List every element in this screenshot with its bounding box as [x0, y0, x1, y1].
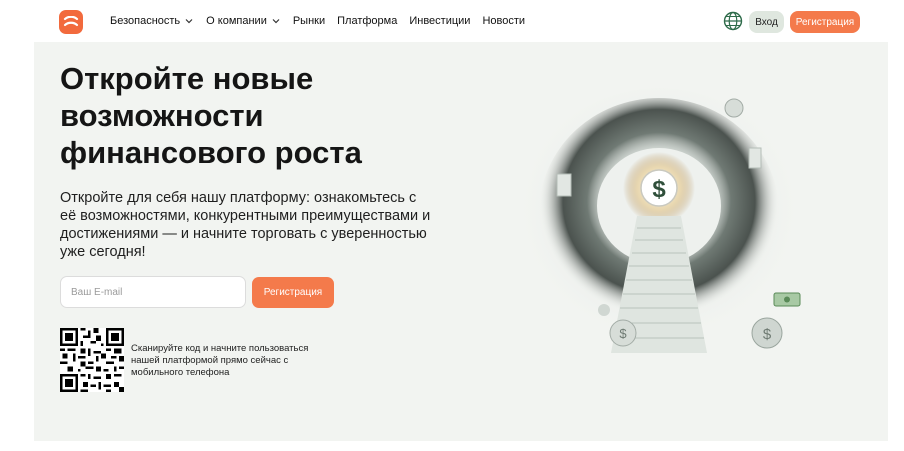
nav-item-security[interactable]: Безопасность — [110, 15, 194, 27]
nav-item-label: Рынки — [292, 15, 326, 27]
nav-item-label: Новости — [482, 15, 526, 27]
page-frame: Безопасность О компании Рынки Платформа … — [34, 0, 888, 441]
svg-text:$: $ — [652, 176, 666, 203]
hero-register-button[interactable]: Регистрация — [252, 277, 334, 308]
hero-title: Откройте новые возможности финансового р… — [60, 61, 362, 170]
svg-text:$: $ — [619, 326, 627, 341]
nav-item-platform[interactable]: Платформа — [337, 15, 397, 27]
chevron-down-icon — [272, 19, 280, 24]
svg-text:$: $ — [763, 326, 772, 343]
globe-icon[interactable] — [723, 11, 743, 31]
nav-item-label: Платформа — [337, 15, 398, 27]
email-field[interactable] — [60, 276, 246, 308]
nav-item-about[interactable]: О компании — [206, 15, 281, 27]
nav-item-markets[interactable]: Рынки — [293, 15, 325, 27]
top-navbar: Безопасность О компании Рынки Платформа … — [34, 0, 888, 42]
login-button[interactable]: Вход — [749, 11, 784, 33]
qr-caption: Сканируйте код и начните пользоваться на… — [131, 343, 309, 378]
register-button[interactable]: Регистрация — [790, 11, 860, 33]
hero-subtitle: Откройте для себя нашу платформу: ознако… — [60, 190, 431, 260]
nav-item-label: Безопасность — [110, 15, 181, 27]
chevron-down-icon — [185, 19, 193, 24]
nav-item-label: О компании — [206, 15, 267, 27]
qr-code-icon — [60, 328, 124, 392]
brand-logo-icon[interactable] — [59, 10, 83, 34]
main-nav: Безопасность О компании Рынки Платформа … — [110, 0, 525, 42]
nav-item-investments[interactable]: Инвестиции — [409, 15, 470, 27]
nav-item-news[interactable]: Новости — [482, 15, 525, 27]
finance-illustration: $ $ $ — [514, 88, 804, 358]
nav-item-label: Инвестиции — [409, 15, 471, 27]
